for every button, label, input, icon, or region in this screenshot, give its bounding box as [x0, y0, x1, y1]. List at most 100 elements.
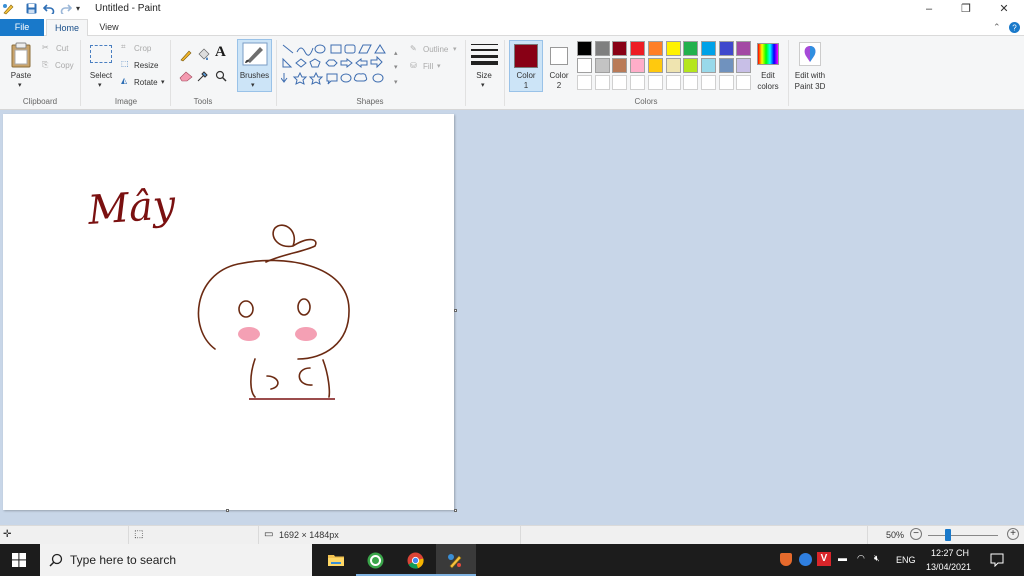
palette-swatch[interactable]	[683, 41, 699, 56]
zoom-slider-track[interactable]	[928, 535, 998, 536]
palette-swatch[interactable]	[594, 41, 610, 56]
fill-button[interactable]: Fill	[423, 62, 433, 71]
redo-icon[interactable]	[60, 3, 72, 14]
resize-button[interactable]: Resize	[134, 61, 158, 70]
select-button[interactable]: Select	[87, 71, 115, 80]
palette-swatch[interactable]	[700, 58, 716, 73]
color2-swatch[interactable]	[550, 47, 568, 65]
custom-color-slot[interactable]	[700, 75, 716, 90]
drawing-canvas[interactable]: Mây	[3, 114, 454, 510]
shapes-gallery[interactable]: ▴ ▾ ▾	[281, 43, 406, 90]
undo-icon[interactable]	[43, 3, 55, 14]
palette-swatch[interactable]	[630, 58, 646, 73]
paste-icon[interactable]	[11, 42, 31, 68]
chat-tray-icon[interactable]	[799, 553, 812, 566]
security-shield-icon[interactable]	[780, 553, 792, 566]
wifi-icon[interactable]: ◠	[857, 553, 865, 564]
search-icon	[49, 553, 63, 567]
maximize-button[interactable]: ❐	[952, 1, 980, 17]
volume-icon[interactable]: 🔇︎	[874, 553, 880, 564]
palette-swatch[interactable]	[630, 41, 646, 56]
palette-swatch[interactable]	[647, 58, 663, 73]
palette-swatch[interactable]	[736, 58, 752, 73]
customize-quick-access-icon[interactable]: ▾	[76, 4, 80, 13]
palette-swatch[interactable]	[612, 58, 628, 73]
taskbar-search-box[interactable]: Type here to search	[40, 544, 312, 576]
clock-date[interactable]: 13/04/2021	[926, 562, 971, 572]
color-picker-icon[interactable]	[197, 70, 209, 82]
save-icon[interactable]	[26, 3, 37, 14]
rotate-dropdown-icon[interactable]: ▾	[161, 78, 165, 86]
windows-start-icon[interactable]	[12, 553, 26, 567]
palette-swatch[interactable]	[718, 58, 734, 73]
v-app-tray-icon[interactable]: V	[817, 552, 831, 566]
custom-color-slot[interactable]	[577, 75, 592, 90]
taskbar-paint[interactable]	[436, 544, 476, 576]
custom-color-slot[interactable]	[665, 75, 681, 90]
text-tool-icon[interactable]: A	[215, 44, 226, 61]
eraser-icon[interactable]	[179, 70, 193, 82]
workspace[interactable]: Mây	[0, 111, 1024, 525]
notifications-icon[interactable]	[990, 553, 1004, 567]
edit-colors-button[interactable]: Edit	[752, 71, 784, 80]
tab-file[interactable]: File	[0, 19, 44, 36]
zoom-in-button[interactable]: +	[1007, 528, 1019, 540]
custom-color-slot[interactable]	[736, 75, 752, 90]
custom-color-slot[interactable]	[594, 75, 610, 90]
palette-swatch[interactable]	[594, 58, 610, 73]
size-button[interactable]: Size	[470, 71, 498, 80]
fill-bucket-icon[interactable]	[196, 48, 210, 62]
edit-colors-icon[interactable]	[757, 43, 779, 65]
custom-color-slot[interactable]	[683, 75, 699, 90]
outline-dropdown-icon[interactable]: ▾	[453, 45, 457, 53]
crop-button[interactable]: Crop	[134, 44, 151, 53]
select-dropdown-icon[interactable]: ▾	[98, 81, 102, 89]
palette-swatch[interactable]	[647, 41, 663, 56]
tab-view[interactable]: View	[90, 19, 128, 36]
language-indicator[interactable]: ENG	[896, 555, 916, 565]
copy-button[interactable]: Copy	[55, 61, 74, 70]
palette-swatch[interactable]	[665, 41, 681, 56]
help-icon[interactable]: ?	[1009, 22, 1020, 33]
taskbar-chrome[interactable]	[396, 544, 436, 576]
palette-swatch[interactable]	[736, 41, 752, 56]
magnifier-icon[interactable]	[215, 70, 227, 82]
tab-home[interactable]: Home	[46, 19, 88, 36]
close-button[interactable]: ✕	[990, 1, 1018, 17]
zoom-slider-thumb[interactable]	[945, 529, 952, 541]
custom-color-slot[interactable]	[647, 75, 663, 90]
paint3d-icon[interactable]	[799, 42, 821, 66]
taskbar-app-green[interactable]	[356, 544, 396, 576]
cut-button[interactable]: Cut	[56, 44, 68, 53]
brushes-dropdown-icon[interactable]: ▾	[251, 81, 255, 89]
custom-color-slot[interactable]	[630, 75, 646, 90]
device-tray-icon[interactable]: ▬	[838, 553, 847, 563]
rotate-button[interactable]: Rotate	[134, 78, 158, 87]
collapse-ribbon-icon[interactable]: ⌃	[993, 22, 1001, 33]
palette-swatch[interactable]	[577, 58, 592, 73]
paste-button[interactable]: Paste	[8, 71, 34, 80]
zoom-out-button[interactable]: −	[910, 528, 922, 540]
select-icon[interactable]	[90, 45, 112, 63]
palette-swatch[interactable]	[683, 58, 699, 73]
fill-dropdown-icon[interactable]: ▾	[437, 62, 441, 70]
custom-color-slot[interactable]	[612, 75, 628, 90]
size-dropdown-icon[interactable]: ▾	[481, 81, 485, 89]
edit-with-paint3d-button[interactable]: Edit with	[790, 71, 830, 80]
palette-swatch[interactable]	[718, 41, 734, 56]
custom-color-slot[interactable]	[718, 75, 734, 90]
size-icon[interactable]	[471, 43, 498, 65]
minimize-button[interactable]: –	[915, 1, 943, 17]
paste-dropdown-icon[interactable]: ▾	[18, 81, 22, 89]
clock-time[interactable]: 12:27 CH	[931, 548, 969, 558]
canvas-resize-handle-bottom[interactable]	[226, 509, 229, 512]
canvas-resize-handle-corner[interactable]	[454, 509, 457, 512]
canvas-resize-handle-right[interactable]	[454, 309, 457, 312]
pencil-icon[interactable]	[179, 48, 193, 62]
palette-swatch[interactable]	[612, 41, 628, 56]
palette-swatch[interactable]	[700, 41, 716, 56]
taskbar-file-explorer[interactable]	[316, 544, 356, 576]
palette-swatch[interactable]	[665, 58, 681, 73]
palette-swatch[interactable]	[577, 41, 592, 56]
outline-button[interactable]: Outline	[423, 45, 448, 54]
